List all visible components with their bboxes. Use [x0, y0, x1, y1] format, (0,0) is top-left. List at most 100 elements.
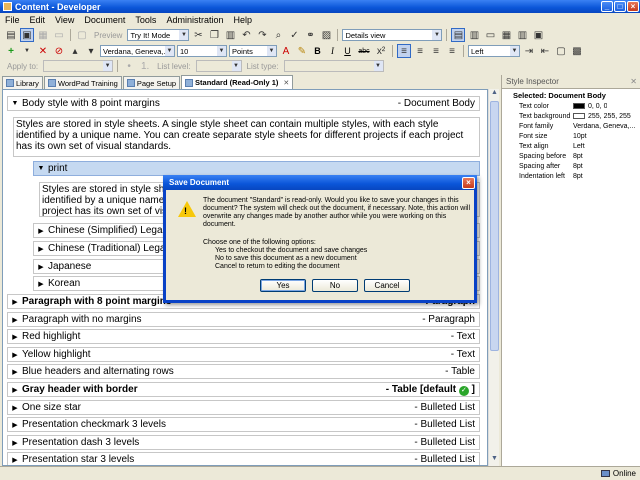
panel-icon[interactable]: ▣: [531, 28, 545, 42]
shading-icon[interactable]: ▩: [570, 44, 584, 58]
justify-icon[interactable]: ≡: [445, 44, 459, 58]
preview-icon[interactable]: ▢: [75, 28, 89, 42]
save-icon[interactable]: ▣: [20, 28, 34, 42]
undo-icon[interactable]: ↶: [239, 28, 253, 42]
cut-icon[interactable]: ✂: [191, 28, 205, 42]
align-right-icon[interactable]: ≡: [429, 44, 443, 58]
scroll-down-icon[interactable]: ▼: [489, 455, 500, 466]
expand-icon[interactable]: ▶: [8, 316, 22, 324]
list-level-select[interactable]: ▼: [195, 60, 242, 72]
expand-icon[interactable]: ▶: [8, 386, 22, 394]
checkin-icon[interactable]: ▦: [36, 28, 50, 42]
close-window-button[interactable]: ×: [627, 1, 639, 12]
layout-icon[interactable]: ▤: [451, 28, 466, 42]
expand-icon[interactable]: ▶: [8, 333, 22, 341]
style-row-presentation-checkmark[interactable]: ▶ Presentation checkmark 3 levels - Bull…: [7, 417, 480, 432]
layout-columns-icon[interactable]: ▥: [515, 28, 529, 42]
text-color-icon[interactable]: A: [279, 44, 293, 58]
style-row-one-size-star[interactable]: ▶ One size star - Bulleted List: [7, 400, 480, 415]
copy-icon[interactable]: ❐: [207, 28, 221, 42]
font-family-select[interactable]: Verdana, Geneva,... ▼: [100, 45, 175, 57]
style-row-presentation-star[interactable]: ▶ Presentation star 3 levels - Bulleted …: [7, 452, 480, 465]
style-row-red-highlight[interactable]: ▶ Red highlight - Text: [7, 329, 480, 344]
yes-button[interactable]: Yes: [260, 279, 306, 292]
expand-icon[interactable]: ▶: [8, 439, 22, 447]
layout-full-icon[interactable]: ▭: [483, 28, 497, 42]
bold-button[interactable]: B: [311, 45, 324, 58]
menu-document[interactable]: Document: [79, 15, 130, 25]
menu-view[interactable]: View: [50, 15, 79, 25]
editor-scrollbar[interactable]: ▲ ▼: [488, 89, 499, 466]
border-icon[interactable]: ▢: [554, 44, 568, 58]
expand-icon[interactable]: ▶: [8, 368, 22, 376]
indent-icon[interactable]: ⇥: [522, 44, 536, 58]
open-icon[interactable]: ▭: [52, 28, 66, 42]
tab-wordpad-training[interactable]: WordPad Training: [43, 76, 122, 89]
tab-library[interactable]: Library: [2, 76, 43, 89]
style-row-print[interactable]: ▼ print: [33, 161, 480, 176]
minimize-button[interactable]: _: [601, 1, 613, 12]
italic-button[interactable]: I: [326, 45, 339, 58]
redo-icon[interactable]: ↷: [255, 28, 269, 42]
no-button[interactable]: No: [312, 279, 358, 292]
expand-icon[interactable]: ▶: [8, 351, 22, 359]
style-row-presentation-dash[interactable]: ▶ Presentation dash 3 levels - Bulleted …: [7, 435, 480, 450]
layout-split-icon[interactable]: ▥: [467, 28, 481, 42]
scroll-up-icon[interactable]: ▲: [489, 89, 500, 100]
menu-file[interactable]: File: [0, 15, 25, 25]
font-size-select[interactable]: 10 ▼: [177, 45, 227, 57]
tab-standard[interactable]: Standard (Read-Only 1) ✕: [181, 75, 294, 89]
align-select[interactable]: Left ▼: [468, 45, 520, 57]
preview-button[interactable]: Preview: [91, 31, 125, 40]
scroll-thumb[interactable]: [490, 101, 499, 351]
maximize-button[interactable]: □: [614, 1, 626, 12]
menu-edit[interactable]: Edit: [25, 15, 51, 25]
style-row-document-body[interactable]: ▼ Body style with 8 point margins - Docu…: [7, 96, 480, 111]
menu-tools[interactable]: Tools: [130, 15, 161, 25]
move-up-icon[interactable]: ▴: [68, 44, 82, 58]
style-row-yellow-highlight[interactable]: ▶ Yellow highlight - Text: [7, 347, 480, 362]
link-icon[interactable]: ⚭: [303, 28, 317, 42]
expand-icon[interactable]: ▶: [8, 404, 22, 412]
number-list-icon[interactable]: 1.: [138, 59, 152, 73]
expand-icon[interactable]: ▶: [34, 280, 48, 288]
unit-select[interactable]: Points ▼: [229, 45, 277, 57]
no-style-icon[interactable]: ⊘: [52, 44, 66, 58]
library-icon[interactable]: ▤: [4, 28, 18, 42]
style-row-gray-header[interactable]: ▶ Gray header with border - Table [defau…: [7, 382, 480, 397]
align-left-icon[interactable]: ≡: [397, 44, 411, 58]
image-icon[interactable]: ▨: [319, 28, 333, 42]
find-icon[interactable]: ⌕: [271, 28, 285, 42]
tab-page-setup[interactable]: Page Setup: [122, 76, 181, 89]
paste-icon[interactable]: ▥: [223, 28, 237, 42]
layout-grid-icon[interactable]: ▦: [499, 28, 513, 42]
menu-administration[interactable]: Administration: [161, 15, 228, 25]
add-icon[interactable]: +: [4, 44, 18, 58]
spellcheck-icon[interactable]: ✓: [287, 28, 301, 42]
strikethrough-button[interactable]: abc: [356, 45, 372, 58]
view-select[interactable]: Details view ▼: [342, 29, 443, 41]
align-center-icon[interactable]: ≡: [413, 44, 427, 58]
cancel-button[interactable]: Cancel: [364, 279, 410, 292]
move-down-icon[interactable]: ▾: [84, 44, 98, 58]
collapse-icon[interactable]: ▼: [8, 100, 22, 107]
chevron-down-icon[interactable]: ▼: [20, 44, 34, 58]
outdent-icon[interactable]: ⇤: [538, 44, 552, 58]
close-tab-icon[interactable]: ✕: [283, 79, 289, 87]
expand-icon[interactable]: ▶: [8, 298, 22, 306]
expand-icon[interactable]: ▶: [34, 263, 48, 271]
expand-icon[interactable]: ▶: [34, 245, 48, 253]
body-sample-text[interactable]: Styles are stored in style sheets. A sin…: [13, 117, 480, 157]
expand-icon[interactable]: ▶: [34, 227, 48, 235]
expand-icon[interactable]: ▶: [8, 456, 22, 464]
bullet-list-icon[interactable]: •: [122, 59, 136, 73]
list-type-select[interactable]: ▼: [283, 60, 384, 72]
expand-icon[interactable]: ▶: [8, 421, 22, 429]
superscript-icon[interactable]: x²: [374, 44, 388, 58]
collapse-icon[interactable]: ▼: [34, 165, 48, 172]
style-row-paragraph-no-margins[interactable]: ▶ Paragraph with no margins - Paragraph: [7, 312, 480, 327]
delete-icon[interactable]: ✕: [36, 44, 50, 58]
style-row-blue-headers[interactable]: ▶ Blue headers and alternating rows - Ta…: [7, 364, 480, 379]
dialog-close-button[interactable]: ×: [462, 176, 475, 189]
menu-help[interactable]: Help: [228, 15, 257, 25]
